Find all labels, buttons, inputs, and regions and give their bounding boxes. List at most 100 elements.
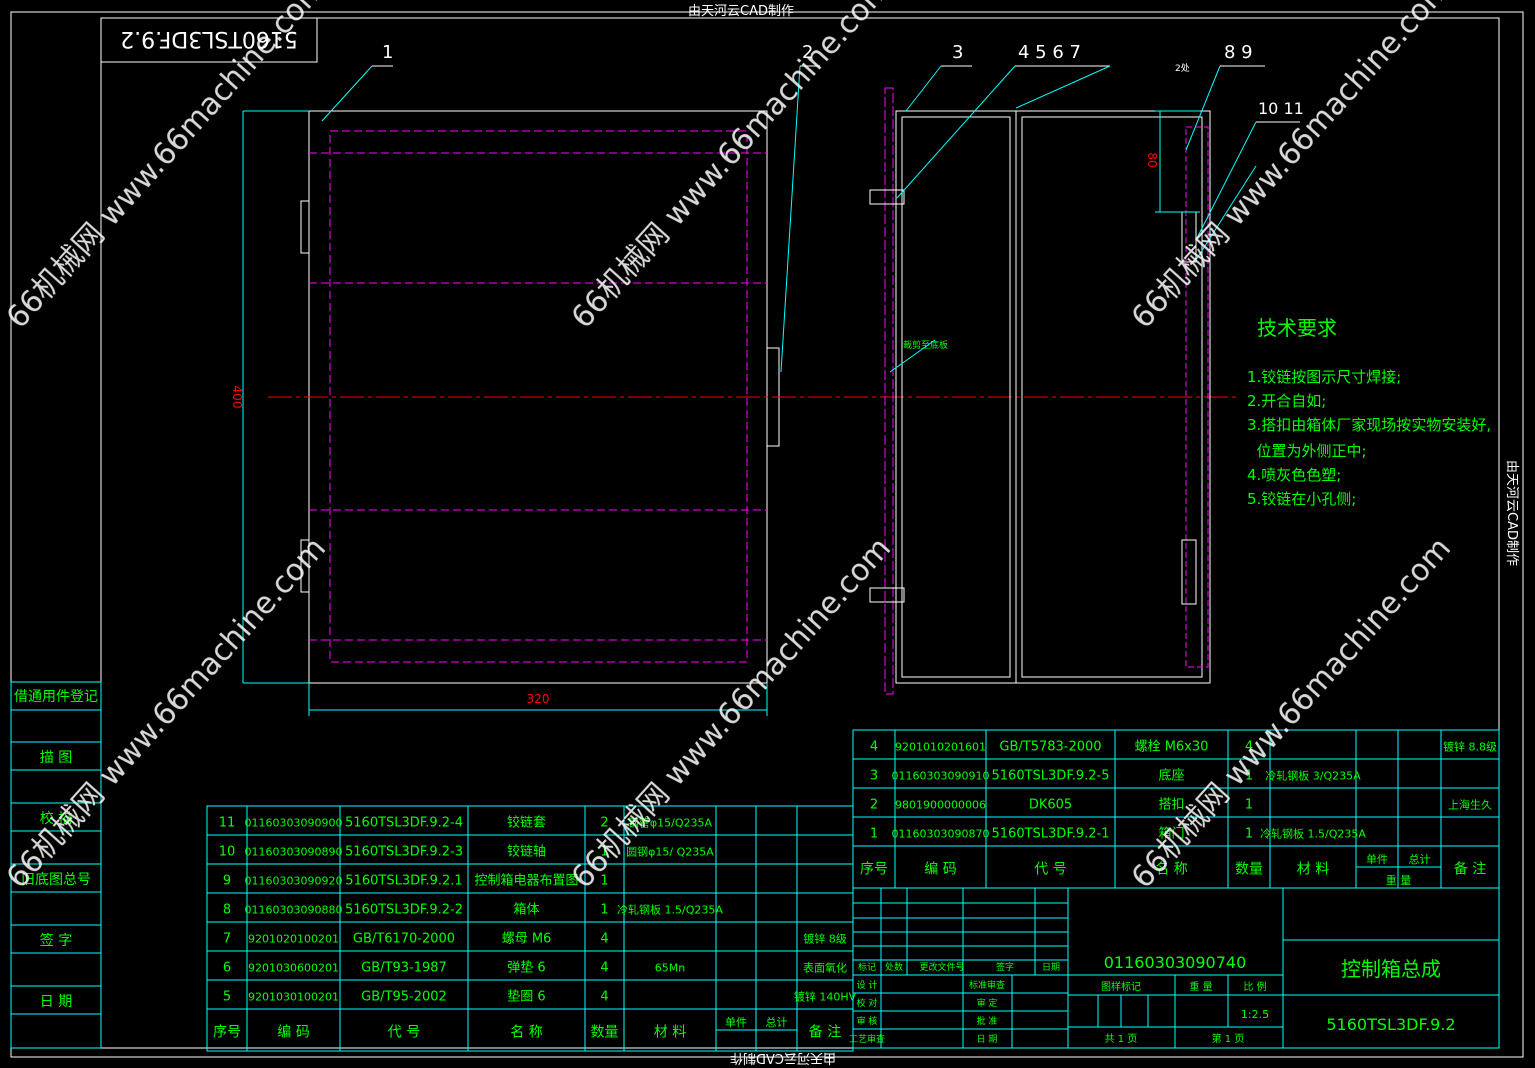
bom-header-cell: 代 号 <box>388 1024 420 1040</box>
bom-row: 1 01160303090870 5160TSL3DF.9.2-1 箱门 1 冷轧钢板 1… <box>870 825 1367 841</box>
bom-row: 6 9201030600201 GB/T93-1987 弹垫 6 4 65Mn 表面氧化 <box>223 959 847 975</box>
rev-label: 签字 <box>996 961 1014 973</box>
bom-header-cell: 代 号 <box>1034 861 1066 877</box>
rev-label: 标记 <box>858 961 876 973</box>
bom-cell: 螺母 M6 <box>502 931 552 946</box>
bom-cell: 4 <box>870 739 878 754</box>
bom-header-cell: 单件 <box>725 1016 747 1029</box>
bom-header-cell: 材 料 <box>654 1024 686 1040</box>
bom-cell: 镀锌 140HV <box>794 989 857 1003</box>
bom-cell: 1 <box>870 826 878 841</box>
approval-label: 日 期 <box>977 1034 998 1045</box>
bom-row: 7 9201020100201 GB/T6170-2000 螺母 M6 4 镀锌 8级 <box>223 931 847 946</box>
bom-header-cell: 备 注 <box>1454 860 1486 877</box>
bom-cell: 镀锌 8级 <box>803 931 847 945</box>
overlay-watermark: 66机械网 www.66machine.com <box>565 531 898 895</box>
bom-cell: 6 <box>223 960 231 975</box>
bom-cell: 9801900000006 <box>895 798 986 811</box>
bom-header-cell: 数量 <box>591 1024 619 1040</box>
bom-row: 9 01160303090920 5160TSL3DF.9.2.1 控制箱电器布置图 1 <box>223 872 609 888</box>
base-plate <box>884 87 894 695</box>
side-view: 80 裁剪至底板 3 4 5 6 7 2处 8 9 10 11 <box>869 42 1304 695</box>
tech-title: 技术要求 <box>1257 316 1337 340</box>
bom-cell: GB/T5783-2000 <box>999 739 1101 754</box>
tech-item: 1.铰链按图示尺寸焊接; <box>1247 368 1401 386</box>
left-strip-label: 日 期 <box>40 994 72 1010</box>
hinge-top <box>300 200 310 254</box>
balloon-4-7: 4 5 6 7 <box>1018 42 1081 63</box>
bom-row: 3 01160303090910 5160TSL3DF.9.2-5 底座 1 冷轧钢板 3… <box>870 767 1361 783</box>
title-code: 01160303090740 <box>1104 953 1247 972</box>
overlay-watermark: 66机械网 www.66machine.com <box>1125 0 1458 335</box>
bom-cell: 01160303090920 <box>245 874 343 887</box>
bom-cell: 9201030100201 <box>248 990 339 1003</box>
bom-cell: 垫圈 6 <box>507 988 545 1004</box>
bom-cell: 01160303090880 <box>245 903 343 916</box>
bom-cell: 冷轧钢板 1.5/Q235A <box>617 902 723 916</box>
section-label: 裁剪至底板 <box>903 339 948 351</box>
bom-header-cell: 单件 <box>1366 853 1388 866</box>
bom-cell: 铰链轴 <box>507 844 546 859</box>
bom-row: 5 9201030100201 GB/T95-2002 垫圈 6 4 镀锌 140HV <box>223 988 857 1004</box>
overlay-watermark: 66机械网 www.66machine.com <box>1125 531 1458 895</box>
weld-note: 2处 <box>1175 62 1190 74</box>
tech-item: 5.铰链在小孔侧; <box>1247 490 1356 508</box>
bom-cell: 7 <box>223 931 231 946</box>
bom-cell: 3 <box>870 768 878 783</box>
bom-header-cell: 总计 <box>1409 852 1431 866</box>
bom-cell: 5160TSL3DF.9.2-5 <box>992 768 1110 783</box>
bom-header-cell: 数量 <box>1235 861 1263 877</box>
balloon-3: 3 <box>952 42 963 63</box>
bom-cell: 01160303090870 <box>892 827 990 840</box>
bom-header-cell: 编 码 <box>924 861 956 877</box>
bom-cell: 5160TSL3DF.9.2-1 <box>992 826 1110 841</box>
leader-8-9 <box>1185 65 1221 151</box>
bom-cell: 1 <box>1245 797 1253 812</box>
rev-label: 更改文件号 <box>919 961 964 973</box>
bom-cell: GB/T93-1987 <box>361 960 447 975</box>
approval-label: 批 准 <box>977 1015 998 1027</box>
scale-label: 比 例 <box>1243 980 1266 993</box>
drawing-name: 控制箱总成 <box>1341 957 1441 981</box>
bom-cell: 5160TSL3DF.9.2-3 <box>345 844 463 859</box>
balloon-10-11: 10 11 <box>1258 99 1304 118</box>
bom-cell: 01160303090890 <box>245 845 343 858</box>
weld-leader <box>1015 65 1111 109</box>
bom-cell: 65Mn <box>655 961 685 974</box>
bolt-top <box>869 189 905 205</box>
watermark-side: 由天河云CAD制作 <box>1504 460 1519 566</box>
bom-cell: 10 <box>219 844 236 859</box>
left-strip-label: 签 字 <box>40 932 72 949</box>
bom-header-cell: 名 称 <box>510 1024 542 1040</box>
bom-cell: 11 <box>219 815 236 830</box>
tech-item: 4.喷灰色色塑; <box>1247 466 1341 484</box>
tech-item: 3.搭扣由箱体厂家现场按实物安装好, <box>1247 416 1491 434</box>
balloon-8-9: 8 9 <box>1224 42 1253 63</box>
tech-item: 位置为外侧正中; <box>1247 442 1367 460</box>
overlay-watermark: 66机械网 www.66machine.com <box>565 0 898 335</box>
bom-cell: 铰链套 <box>507 814 546 830</box>
rev-label: 日期 <box>1042 962 1060 973</box>
left-strip-label: 借通用件登记 <box>14 689 98 705</box>
bom-cell: 上海生久 <box>1448 797 1492 811</box>
approval-label: 审 定 <box>977 997 998 1009</box>
bom-cell: 5160TSL3DF.9.2-2 <box>345 902 463 917</box>
bom-cell: 4 <box>600 989 608 1004</box>
bom-header-cell: 序号 <box>860 861 888 877</box>
bom-cell: 弹垫 6 <box>507 959 545 975</box>
rev-label: 处数 <box>885 961 903 973</box>
bom-cell: 冷轧钢板 3/Q235A <box>1265 768 1361 782</box>
bom-cell: 1 <box>1245 826 1253 841</box>
bom-header-cell: 材 料 <box>1297 861 1329 877</box>
bom-cell: 2 <box>870 797 878 812</box>
bom-cell: 5 <box>223 989 231 1004</box>
bom-cell: 表面氧化 <box>803 960 847 974</box>
bom-row: 4 9201010201601 GB/T5783-2000 螺栓 M6x30 4 镀锌 8… <box>870 739 1497 754</box>
scale-value: 1:2.5 <box>1241 1008 1269 1021</box>
bom-header-cell: 编 码 <box>277 1024 309 1040</box>
bom-cell: GB/T6170-2000 <box>353 931 455 946</box>
balloon-1: 1 <box>382 42 393 63</box>
sheet-number: 第 1 页 <box>1212 1032 1245 1045</box>
overlay-watermark: 66机械网 www.66machine.com <box>0 531 333 895</box>
bom-header-sub: 重 量 <box>1386 873 1412 887</box>
